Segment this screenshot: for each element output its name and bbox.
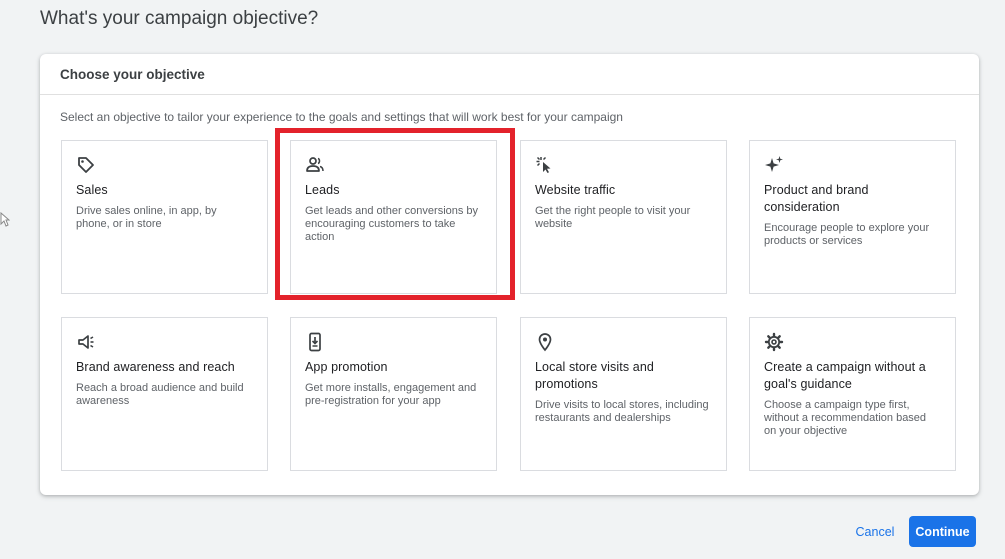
map-pin-icon	[538, 333, 552, 352]
objective-description: Encourage people to explore your product…	[764, 222, 930, 247]
objective-title: Local store visits and promotions	[535, 360, 654, 391]
objective-title: Sales	[76, 183, 108, 197]
objective-website-traffic[interactable]: Website traffic Get the right people to …	[520, 140, 727, 294]
sparkle-icon	[765, 156, 783, 172]
mouse-cursor-icon	[0, 212, 10, 227]
card-header: Choose your objective	[40, 54, 979, 95]
objective-description: Get leads and other conversions by encou…	[305, 205, 479, 243]
objective-title: Website traffic	[535, 183, 616, 197]
card-subtitle: Select an objective to tailor your exper…	[60, 110, 623, 124]
objective-app-promotion[interactable]: App promotion Get more installs, engagem…	[290, 317, 497, 471]
page-title: What's your campaign objective?	[40, 8, 319, 29]
cancel-button[interactable]: Cancel	[848, 516, 902, 547]
objective-description: Drive sales online, in app, by phone, or…	[76, 205, 217, 230]
cursor-click-icon	[536, 156, 551, 173]
continue-button[interactable]: Continue	[909, 516, 976, 547]
objective-description: Choose a campaign type first, without a …	[764, 399, 927, 437]
objective-title: Product and brand consideration	[764, 183, 869, 214]
objective-brand-awareness[interactable]: Brand awareness and reach Reach a broad …	[61, 317, 268, 471]
gear-icon	[764, 332, 784, 352]
phone-download-icon	[309, 332, 321, 352]
people-icon	[306, 157, 324, 172]
objective-title: Leads	[305, 183, 340, 197]
objective-local-store-visits[interactable]: Local store visits and promotions Drive …	[520, 317, 727, 471]
objective-title: Brand awareness and reach	[76, 360, 235, 374]
objective-title: Create a campaign without a goal's guida…	[764, 360, 926, 391]
objective-description: Reach a broad audience and build awarene…	[76, 382, 244, 407]
objective-description: Get the right people to visit your websi…	[535, 205, 691, 230]
objective-product-brand-consideration[interactable]: Product and brand consideration Encourag…	[749, 140, 956, 294]
objective-leads[interactable]: Leads Get leads and other conversions by…	[290, 140, 497, 294]
objective-description: Drive visits to local stores, including …	[535, 399, 709, 424]
objective-card: Choose your objective Select an objectiv…	[40, 54, 979, 495]
objective-description: Get more installs, engagement and pre-re…	[305, 382, 477, 407]
objective-sales[interactable]: Sales Drive sales online, in app, by pho…	[61, 140, 268, 294]
tag-icon	[78, 157, 94, 173]
objective-no-guidance[interactable]: Create a campaign without a goal's guida…	[749, 317, 956, 471]
megaphone-icon	[78, 335, 94, 349]
objective-title: App promotion	[305, 360, 388, 374]
